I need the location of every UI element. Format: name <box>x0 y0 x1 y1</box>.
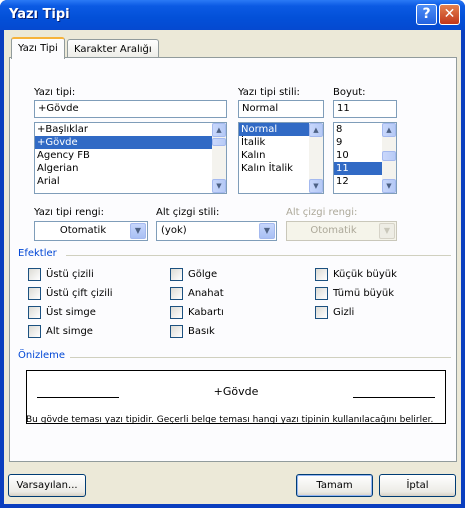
close-icon: ✕ <box>443 6 456 22</box>
tab-font[interactable]: Yazı Tipi <box>11 37 65 59</box>
ok-button-label: Tamam <box>316 480 353 491</box>
help-icon: ? <box>422 6 431 22</box>
title-bar[interactable]: Yazı Tipi ? ✕ <box>0 0 465 30</box>
underline-style-select[interactable]: (yok) ▼ <box>156 221 277 241</box>
style-label: Yazı tipi stili: <box>238 87 300 98</box>
checkbox-emboss[interactable]: Kabartı <box>170 306 270 320</box>
style-input-value: Normal <box>242 103 279 114</box>
checkbox-engrave[interactable]: Basık <box>170 325 270 339</box>
effects-group-title: Efektler <box>18 248 57 259</box>
list-item[interactable]: Agency FB <box>35 149 226 162</box>
font-list-scrollbar[interactable]: ▲ ▼ <box>212 123 226 193</box>
checkbox-hidden[interactable]: Gizli <box>315 306 425 320</box>
font-list[interactable]: +Başlıklar +Gövde Agency FB Algerian Ari… <box>34 122 227 194</box>
style-input[interactable]: Normal <box>238 100 324 118</box>
checkbox-double-strikethrough[interactable]: Üstü çift çizili <box>28 287 138 301</box>
underline-color-select: Otomatik ▼ <box>286 221 397 241</box>
checkbox-small-caps[interactable]: Küçük büyük <box>315 268 425 282</box>
checkbox-all-caps[interactable]: Tümü büyük <box>315 287 425 301</box>
list-item[interactable]: Normal <box>239 123 309 136</box>
scroll-down-icon[interactable]: ▼ <box>309 179 323 193</box>
font-input-value: +Gövde <box>38 103 79 114</box>
checkbox-box[interactable] <box>170 306 183 319</box>
checkbox-label: Tümü büyük <box>333 288 395 299</box>
checkbox-box[interactable] <box>28 287 41 300</box>
checkbox-box[interactable] <box>315 306 328 319</box>
tab-character-spacing-label: Karakter Aralığı <box>74 44 152 55</box>
scroll-down-icon[interactable]: ▼ <box>382 179 396 193</box>
checkbox-superscript[interactable]: Üst simge <box>28 306 138 320</box>
size-list[interactable]: 8 9 10 11 12 ▲ ▼ <box>333 122 397 194</box>
style-list[interactable]: Normal İtalik Kalın Kalın İtalik ▲ ▼ <box>238 122 324 194</box>
default-button[interactable]: Varsayılan... <box>8 474 86 497</box>
checkbox-box[interactable] <box>315 268 328 281</box>
effects-divider <box>66 255 451 256</box>
checkbox-outline[interactable]: Anahat <box>170 287 270 301</box>
preview-line-right <box>353 397 435 398</box>
checkbox-label: Üstü çizili <box>46 269 94 280</box>
scroll-up-icon[interactable]: ▲ <box>212 123 226 137</box>
checkbox-box[interactable] <box>170 268 183 281</box>
size-label: Boyut: <box>333 87 366 98</box>
cancel-button[interactable]: İptal <box>379 474 456 497</box>
checkbox-box[interactable] <box>28 325 41 338</box>
checkbox-box[interactable] <box>28 306 41 319</box>
style-list-scrollbar[interactable]: ▲ ▼ <box>309 123 323 193</box>
window-title: Yazı Tipi <box>9 7 70 22</box>
ok-button[interactable]: Tamam <box>296 474 373 497</box>
checkbox-shadow[interactable]: Gölge <box>170 268 270 282</box>
font-color-value: Otomatik <box>59 225 107 236</box>
font-label: Yazı tipi: <box>34 87 76 98</box>
font-color-label: Yazı tipi rengi: <box>34 207 104 218</box>
checkbox-label: Kabartı <box>188 307 224 318</box>
font-color-select[interactable]: Otomatik ▼ <box>34 221 148 241</box>
preview-note: Bu gövde teması yazı tipidir. Geçerli be… <box>26 415 434 425</box>
chevron-down-icon[interactable]: ▼ <box>259 223 275 239</box>
chevron-down-icon[interactable]: ▼ <box>130 223 146 239</box>
close-button[interactable]: ✕ <box>439 4 460 25</box>
underline-style-value: (yok) <box>161 225 187 236</box>
checkbox-label: Alt simge <box>46 326 93 337</box>
checkbox-box[interactable] <box>170 325 183 338</box>
size-input[interactable]: 11 <box>333 100 397 118</box>
preview-divider <box>70 357 451 358</box>
checkbox-label: Küçük büyük <box>333 269 397 280</box>
help-button[interactable]: ? <box>416 4 437 25</box>
tab-character-spacing[interactable]: Karakter Aralığı <box>67 39 159 59</box>
underline-style-label: Alt çizgi stili: <box>156 207 220 218</box>
underline-color-label: Alt çizgi rengi: <box>286 207 358 218</box>
checkbox-label: Basık <box>188 326 215 337</box>
list-item[interactable]: 11 <box>334 162 382 175</box>
preview-group-title: Önizleme <box>18 350 66 361</box>
checkbox-box[interactable] <box>315 287 328 300</box>
checkbox-label: Anahat <box>188 288 224 299</box>
scroll-thumb[interactable] <box>212 138 226 146</box>
scroll-up-icon[interactable]: ▲ <box>309 123 323 137</box>
list-item[interactable]: +Başlıklar <box>35 123 226 136</box>
tab-font-label: Yazı Tipi <box>18 43 58 54</box>
scroll-down-icon[interactable]: ▼ <box>212 179 226 193</box>
size-list-scrollbar[interactable]: ▲ ▼ <box>382 123 396 193</box>
dialog-body: Yazı Tipi Karakter Aralığı Yazı tipi: +G… <box>4 30 461 504</box>
list-item[interactable]: +Gövde <box>35 136 226 149</box>
list-item[interactable]: Arial <box>35 175 226 188</box>
checkbox-strikethrough[interactable]: Üstü çizili <box>28 268 138 282</box>
underline-color-value: Otomatik <box>310 225 357 236</box>
cancel-button-label: İptal <box>406 480 429 491</box>
default-button-label: Varsayılan... <box>16 480 78 491</box>
size-input-value: 11 <box>337 103 350 114</box>
list-item[interactable]: Algerian <box>35 162 226 175</box>
scroll-thumb[interactable] <box>382 151 396 161</box>
checkbox-box[interactable] <box>170 287 183 300</box>
checkbox-label: Üstü çift çizili <box>46 288 113 299</box>
checkbox-subscript[interactable]: Alt simge <box>28 325 138 339</box>
font-input[interactable]: +Gövde <box>34 100 227 118</box>
checkbox-label: Üst simge <box>46 307 96 318</box>
chevron-down-icon: ▼ <box>379 223 395 239</box>
scroll-up-icon[interactable]: ▲ <box>382 123 396 137</box>
checkbox-box[interactable] <box>28 268 41 281</box>
checkbox-label: Gölge <box>188 269 218 280</box>
font-dialog: Yazı Tipi ? ✕ Yazı Tipi Karakter Aralığı… <box>0 0 465 508</box>
checkbox-label: Gizli <box>333 307 355 318</box>
